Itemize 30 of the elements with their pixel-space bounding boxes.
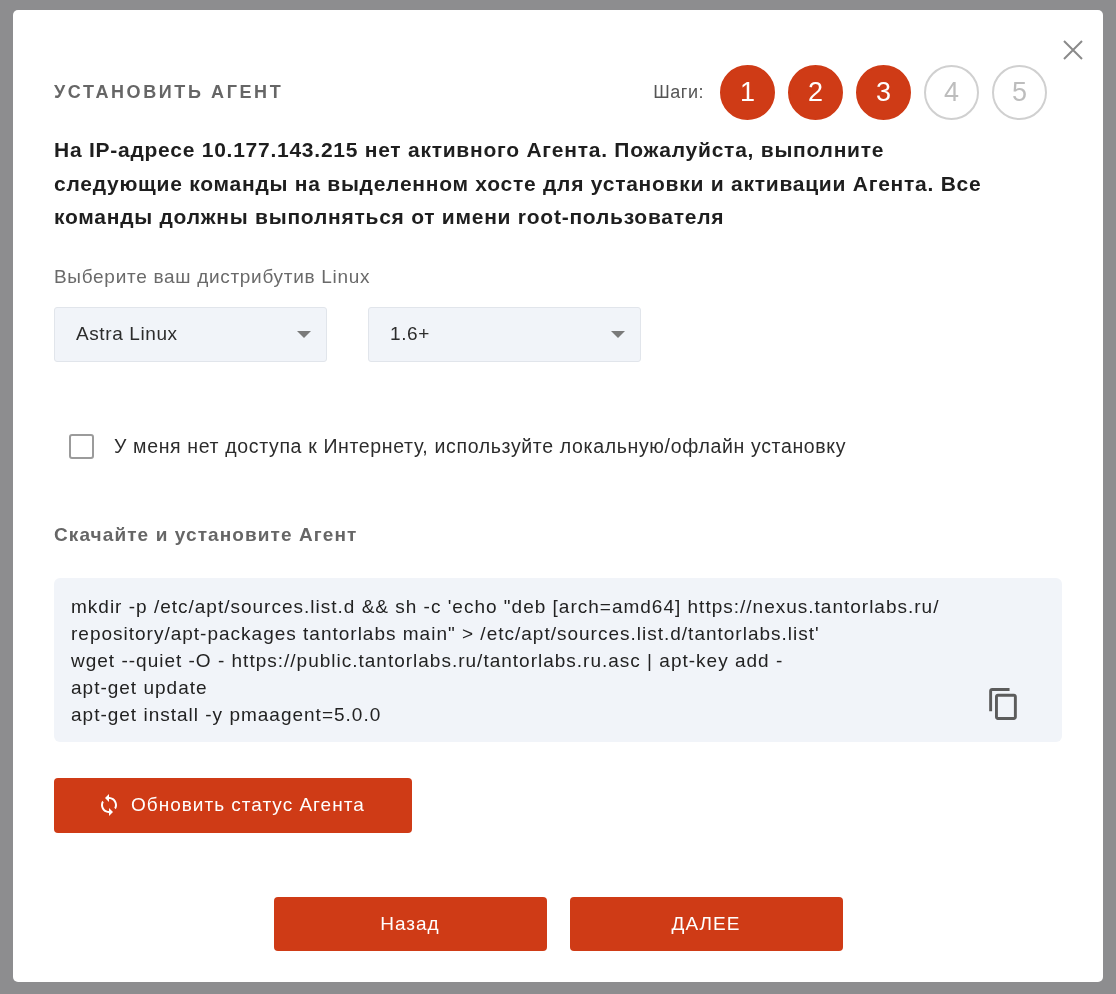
close-icon	[1063, 40, 1083, 60]
refresh-status-button[interactable]: Обновить статус Агента	[54, 777, 412, 833]
dialog-title: УСТАНОВИТЬ АГЕНТ	[54, 82, 284, 103]
step-indicator: 3	[856, 65, 911, 120]
caret-icon	[297, 330, 311, 338]
steps-label: Шаги:	[653, 82, 704, 103]
command-text: wget --quiet -O - https://public.tantorlabs.ru/tantorlabs.ru.asc | apt-key add -	[71, 648, 784, 673]
step-indicator: 4	[924, 65, 979, 120]
caret-icon	[611, 330, 625, 338]
command-text: apt-get install -y pmaagent=5.0.0	[71, 702, 382, 727]
dropdown-value: Astra Linux	[76, 323, 178, 345]
step-indicator: 5	[992, 65, 1047, 120]
command-text: mkdir -p /etc/apt/sources.list.d && sh -c 'echo "deb [arch=amd64] https://nexus.tantorlabs.ru/	[71, 594, 940, 619]
instruction-text: На IP-адресе 10.177.143.215 нет активного Агента. Пожалуйста, выполните следующие команды на выделенном хосте для установки и активации Агента. Все команды должны выполняться от имени root-пользователя	[54, 137, 983, 230]
distribution-dropdown[interactable]: Astra Linux	[54, 306, 327, 362]
offline-checkbox[interactable]	[69, 433, 94, 459]
version-dropdown[interactable]: 1.6+	[368, 306, 641, 362]
copy-icon[interactable]	[989, 687, 1017, 720]
checkbox-label: У меня нет доступа к Интернету, используйте локальную/офлайн установку	[114, 434, 847, 458]
field-label: Выберите ваш дистрибутив Linux	[54, 264, 371, 289]
dropdown-value: 1.6+	[390, 323, 430, 345]
command-text: apt-get update	[71, 675, 208, 700]
step-indicator: 1	[720, 65, 775, 120]
sync-icon	[100, 794, 118, 816]
back-button[interactable]: Назад	[273, 896, 547, 951]
command-text: repository/apt-packages tantorlabs main" > /etc/apt/sources.list.d/tantorlabs.list'	[71, 621, 820, 646]
step-indicator: 2	[788, 65, 843, 120]
section-heading: Скачайте и установите Агент	[54, 522, 358, 547]
close-button[interactable]	[1062, 39, 1084, 61]
next-button[interactable]: ДАЛЕЕ	[569, 896, 843, 951]
